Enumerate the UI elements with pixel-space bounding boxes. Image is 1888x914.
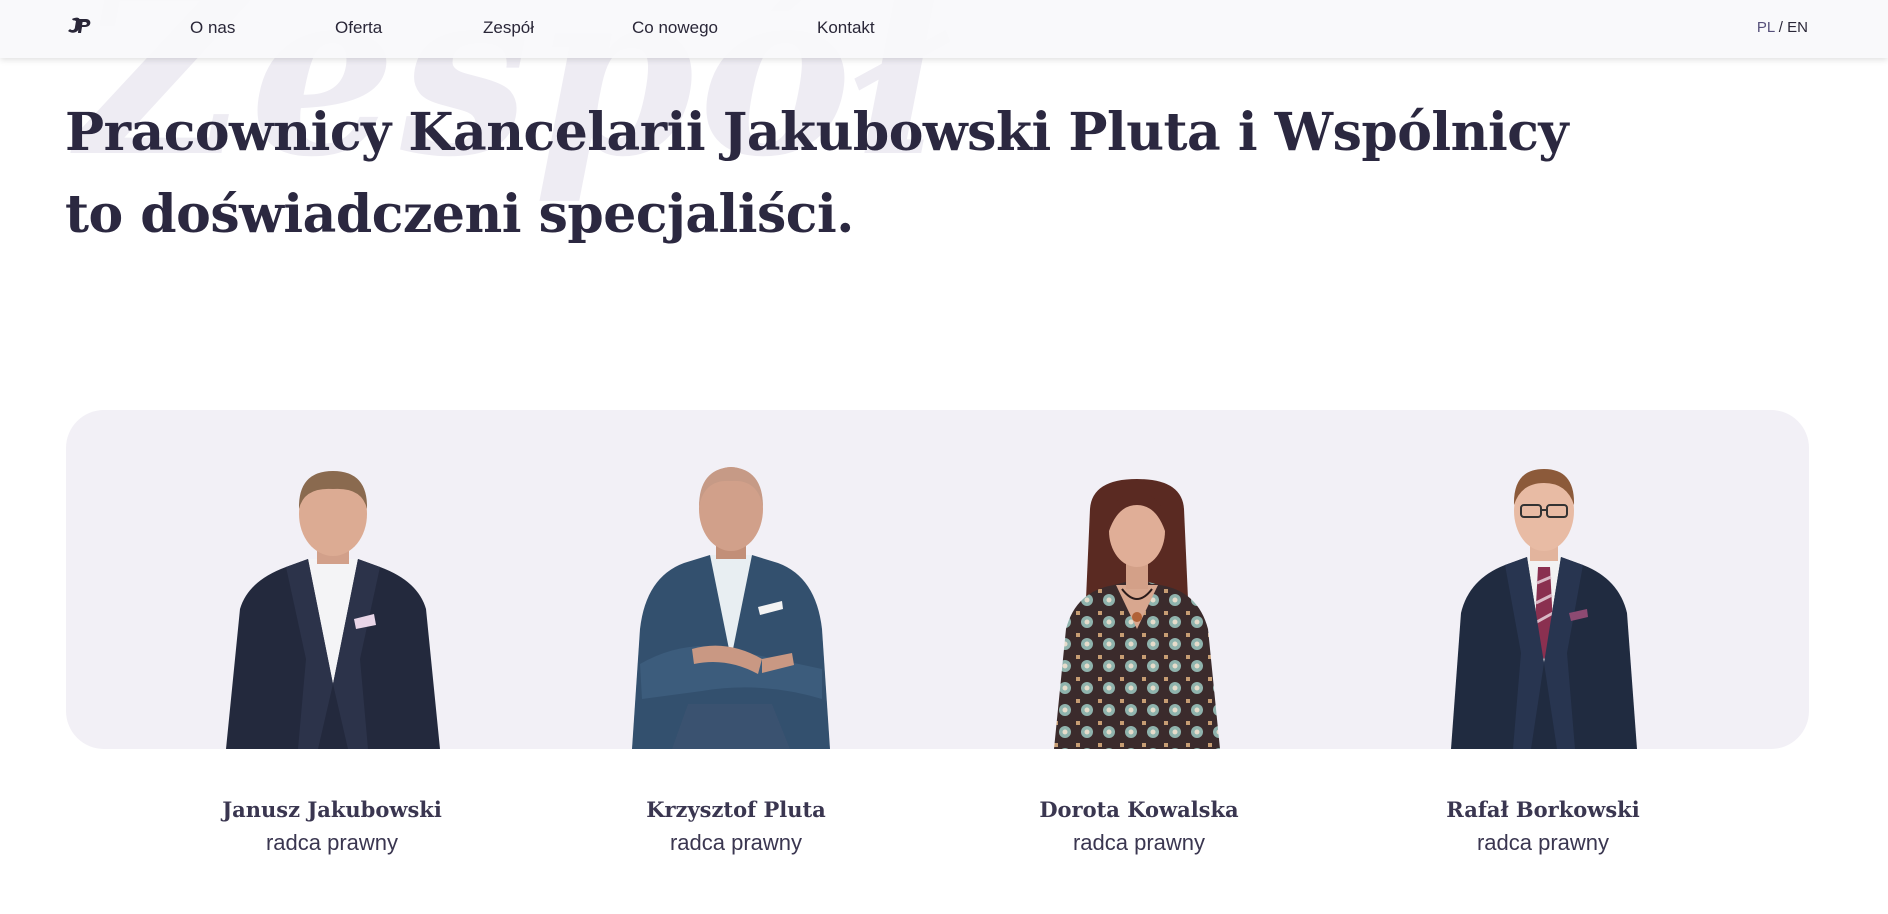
member-role: radca prawny [265,830,399,855]
page-title: Pracownicy Kancelarii Jakubowski Pluta i… [65,102,1569,245]
member-role: radca prawny [1476,830,1610,855]
site-header: O nas Oferta Zespół Co nowego Kontakt PL… [0,0,1888,58]
nav-co-nowego[interactable]: Co nowego [632,18,718,38]
team-photo-krzysztof-pluta[interactable] [632,459,830,749]
member-name: Dorota Kowalska [1039,797,1239,822]
page: Zespół O nas Oferta Zespół Co nowego Kon… [0,0,1888,914]
team-member-card[interactable]: Krzysztof Pluta radca prawny [586,794,886,860]
member-role: radca prawny [669,830,803,855]
team-photo-rafal-borkowski[interactable] [1451,463,1637,749]
lang-separator: / [1774,19,1788,36]
nav-zespol[interactable]: Zespół [483,18,534,38]
member-role: radca prawny [1072,830,1206,855]
team-panel [66,410,1809,749]
nav-oferta[interactable]: Oferta [335,18,382,38]
team-photo-dorota-kowalska[interactable] [1054,479,1220,749]
team-photo-janusz-jakubowski[interactable] [226,459,440,749]
member-name: Rafał Borkowski [1446,797,1640,822]
nav-kontakt[interactable]: Kontakt [817,18,875,38]
member-name: Krzysztof Pluta [646,797,826,822]
team-member-card[interactable]: Janusz Jakubowski radca prawny [182,794,482,860]
team-member-card[interactable]: Dorota Kowalska radca prawny [989,794,1289,860]
logo-icon[interactable] [66,16,92,36]
lang-pl[interactable]: PL [1757,19,1775,36]
member-name: Janusz Jakubowski [222,797,442,822]
lang-en[interactable]: EN [1787,19,1808,36]
language-switcher: PL / EN [1757,19,1808,36]
team-member-card[interactable]: Rafał Borkowski radca prawny [1393,794,1693,860]
nav-o-nas[interactable]: O nas [190,18,235,38]
